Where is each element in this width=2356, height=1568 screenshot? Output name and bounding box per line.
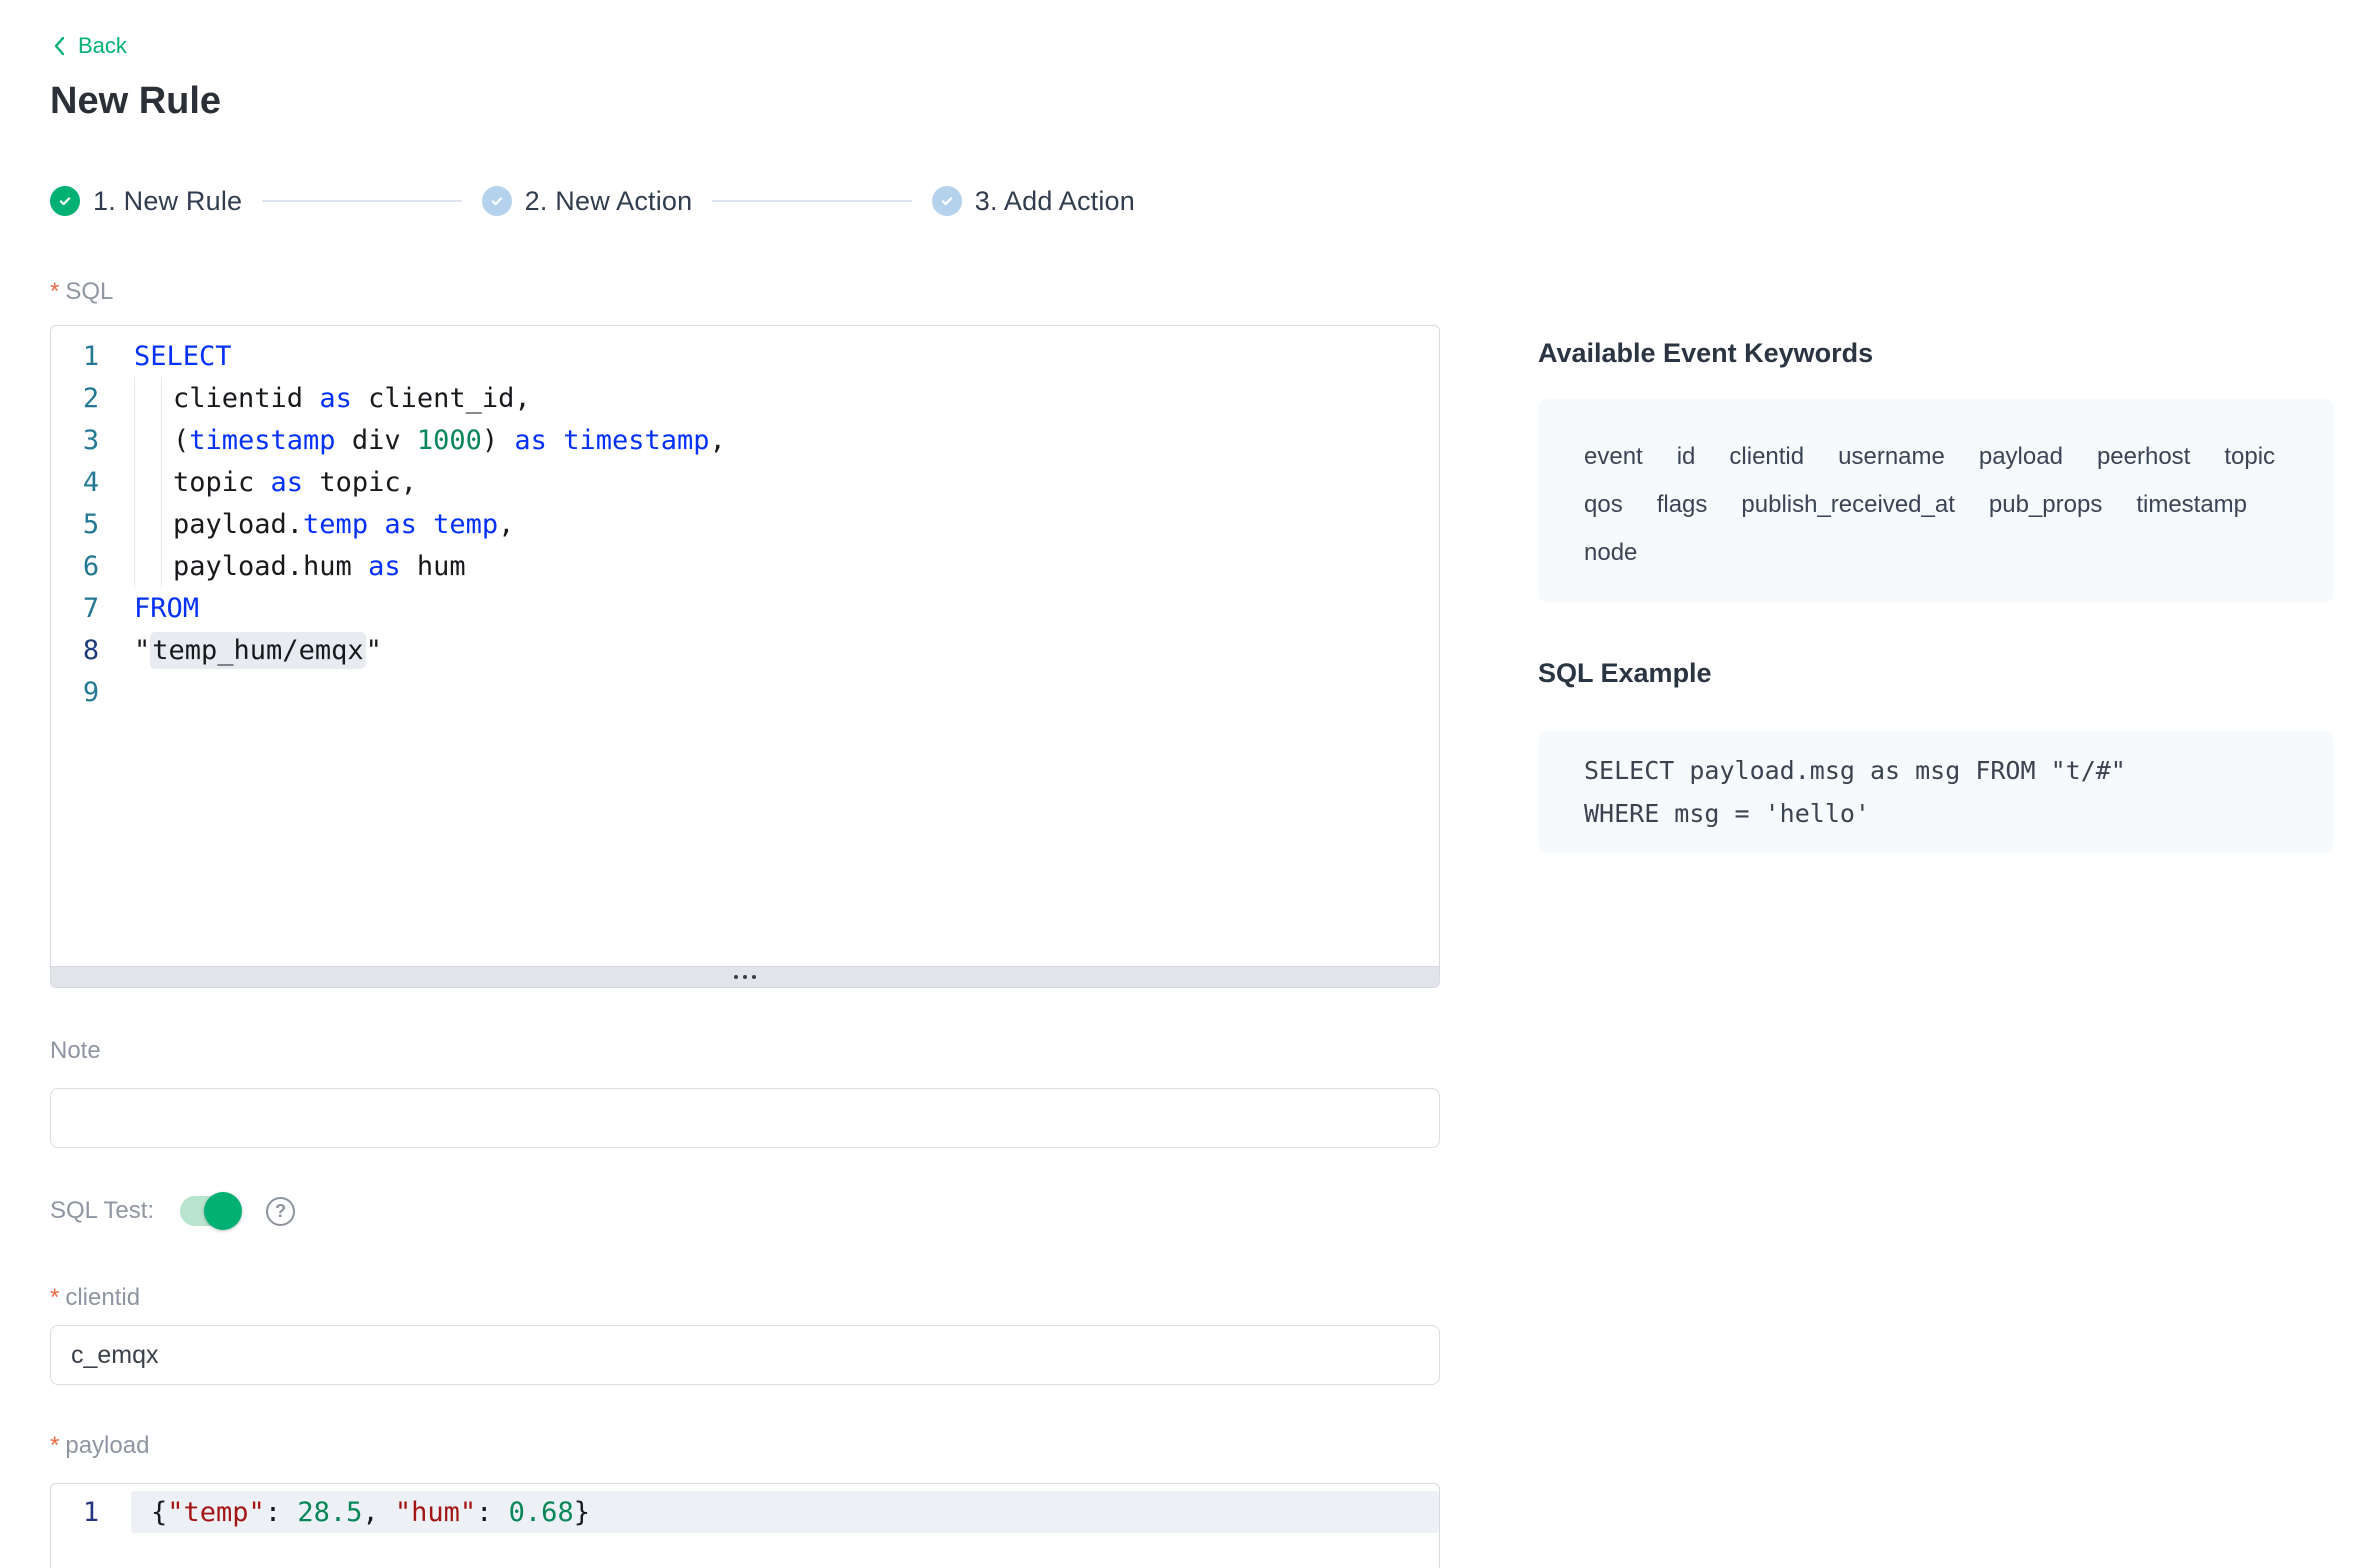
sql-editor: 1SELECT2clientid as client_id,3(timestam…	[50, 325, 1440, 988]
code-text: SELECT	[131, 335, 1439, 377]
step-label: 3. Add Action	[975, 186, 1135, 217]
line-number: 9	[51, 677, 131, 708]
indent-guide	[134, 503, 161, 545]
keyword-peerhost[interactable]: peerhost	[2097, 433, 2190, 481]
code-text: {"temp": 28.5, "hum": 0.68}	[131, 1491, 1439, 1533]
new-rule-page: Back New Rule 1. New Rule 2. New Action 3.…	[0, 0, 2356, 1568]
keyword-flags[interactable]: flags	[1657, 481, 1708, 529]
chevron-left-icon	[50, 34, 70, 58]
line-number: 1	[51, 341, 131, 372]
check-circle-icon	[50, 186, 80, 216]
back-link[interactable]: Back	[50, 0, 127, 59]
required-mark: *	[50, 1284, 59, 1311]
code-line: 5payload.temp as temp,	[51, 503, 1439, 545]
code-text: payload.hum as hum	[131, 545, 1439, 587]
payload-editor[interactable]: 1{"temp": 28.5, "hum": 0.68}	[50, 1483, 1440, 1568]
line-number: 7	[51, 593, 131, 624]
keyword-id[interactable]: id	[1677, 433, 1696, 481]
code-text: payload.temp as temp,	[131, 503, 1439, 545]
steps: 1. New Rule 2. New Action 3. Add Action	[50, 185, 1135, 217]
sql-test-label: SQL Test:	[50, 1197, 154, 1225]
page-title: New Rule	[50, 81, 2356, 121]
required-mark: *	[50, 1432, 59, 1459]
step-item-2: 2. New Action	[482, 186, 693, 217]
code-text: FROM	[131, 587, 1439, 629]
step-item-3: 3. Add Action	[932, 186, 1135, 217]
rule-form: *SQL 1SELECT2clientid as client_id,3(tim…	[50, 279, 1440, 1568]
clientid-field-label: *clientid	[50, 1285, 1440, 1311]
keyword-payload[interactable]: payload	[1979, 433, 2063, 481]
line-number: 3	[51, 425, 131, 456]
line-number: 2	[51, 383, 131, 414]
step-label: 1. New Rule	[93, 186, 242, 217]
step-label: 2. New Action	[525, 186, 693, 217]
sql-field-label: *SQL	[50, 279, 1440, 305]
note-input[interactable]	[50, 1088, 1440, 1148]
sql-test-row: SQL Test: ?	[50, 1192, 1440, 1230]
main-columns: *SQL 1SELECT2clientid as client_id,3(tim…	[50, 279, 2356, 1568]
code-line: 2clientid as client_id,	[51, 377, 1439, 419]
indent-guide	[161, 419, 173, 461]
line-number: 1	[51, 1497, 131, 1528]
keyword-event[interactable]: event	[1584, 433, 1643, 481]
indent-guide	[134, 545, 161, 587]
keyword-username[interactable]: username	[1838, 433, 1945, 481]
sql-example-box: SELECT payload.msg as msg FROM "t/#"WHER…	[1538, 731, 2334, 853]
code-line: 6payload.hum as hum	[51, 545, 1439, 587]
code-text: topic as topic,	[131, 461, 1439, 503]
line-number: 6	[51, 551, 131, 582]
keyword-topic[interactable]: topic	[2224, 433, 2275, 481]
toggle-thumb	[204, 1192, 242, 1230]
keywords-panel-title: Available Event Keywords	[1538, 339, 2334, 367]
indent-guide	[161, 545, 173, 587]
step-divider	[712, 200, 911, 202]
code-line: 1{"temp": 28.5, "hum": 0.68}	[51, 1491, 1439, 1533]
check-circle-icon	[482, 186, 512, 216]
code-line: 9	[51, 671, 1439, 713]
payload-field-label: *payload	[50, 1433, 1440, 1459]
clientid-input[interactable]	[50, 1325, 1440, 1385]
code-text: clientid as client_id,	[131, 377, 1439, 419]
sql-editor-content[interactable]: 1SELECT2clientid as client_id,3(timestam…	[51, 326, 1439, 966]
keywords-box: eventid clientid username payload peerhost to…	[1538, 399, 2334, 603]
indent-guide	[161, 377, 173, 419]
help-panel: Available Event Keywords eventid clientid…	[1538, 279, 2334, 853]
back-label: Back	[78, 33, 127, 59]
sql-example-line: SELECT payload.msg as msg FROM "t/#"	[1584, 749, 2288, 792]
help-icon[interactable]: ?	[266, 1197, 295, 1226]
keyword-publish_received_at[interactable]: publish_received_at	[1741, 481, 1954, 529]
sql-test-toggle[interactable]	[180, 1196, 240, 1226]
keyword-clientid[interactable]: clientid	[1729, 433, 1804, 481]
sql-example-line: WHERE msg = 'hello'	[1584, 792, 2288, 835]
code-text: "temp_hum/emqx"	[131, 629, 1439, 671]
check-circle-icon	[932, 186, 962, 216]
required-mark: *	[50, 278, 59, 305]
code-line: 1SELECT	[51, 335, 1439, 377]
line-number: 8	[51, 635, 131, 666]
indent-guide	[161, 461, 173, 503]
step-divider	[262, 200, 461, 202]
sql-example-title: SQL Example	[1538, 659, 2334, 687]
code-text: (timestamp div 1000) as timestamp,	[131, 419, 1439, 461]
step-item-1: 1. New Rule	[50, 186, 242, 217]
keyword-qos[interactable]: qos	[1584, 481, 1623, 529]
indent-guide	[134, 461, 161, 503]
indent-guide	[134, 419, 161, 461]
sql-editor-resize-handle[interactable]	[51, 966, 1439, 987]
code-line: 8"temp_hum/emqx"	[51, 629, 1439, 671]
keyword-timestamp[interactable]: timestamp	[2136, 481, 2247, 529]
code-line: 4topic as topic,	[51, 461, 1439, 503]
keyword-pub_props[interactable]: pub_props	[1989, 481, 2102, 529]
code-text	[131, 671, 1439, 713]
line-number: 4	[51, 467, 131, 498]
note-field-label: Note	[50, 1038, 1440, 1064]
indent-guide	[161, 503, 173, 545]
indent-guide	[134, 377, 161, 419]
keyword-node[interactable]: node	[1584, 529, 1637, 577]
code-line: 3(timestamp div 1000) as timestamp,	[51, 419, 1439, 461]
code-line: 7FROM	[51, 587, 1439, 629]
line-number: 5	[51, 509, 131, 540]
